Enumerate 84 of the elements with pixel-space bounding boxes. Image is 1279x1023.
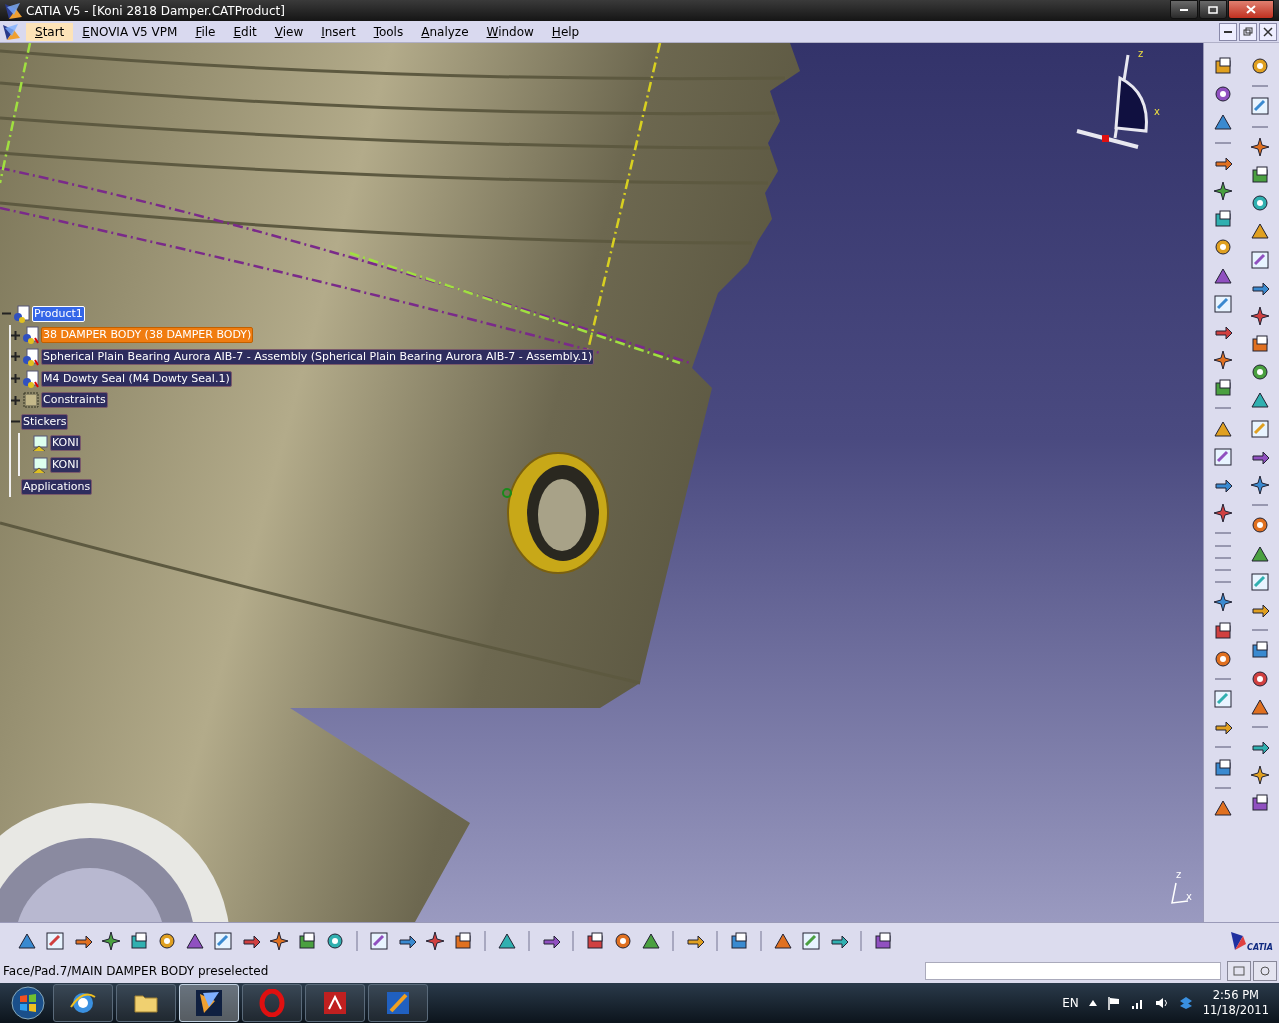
tool-icon[interactable]: [1249, 474, 1272, 496]
doc-minimize-button[interactable]: [1219, 22, 1237, 41]
tool-icon[interactable]: [872, 929, 894, 952]
menu-item[interactable]: Tools: [364, 22, 413, 41]
menu-item[interactable]: File: [186, 22, 225, 41]
tool-icon[interactable]: [1211, 349, 1234, 372]
product-icon: [22, 369, 40, 388]
menu-item[interactable]: Analyze: [412, 22, 478, 41]
axis-label: z: [1176, 869, 1182, 880]
product-icon: [22, 326, 40, 345]
menu-item[interactable]: Help: [542, 22, 589, 41]
ring-icon: [258, 989, 286, 1017]
brand-logo-text: CATIA: [1247, 942, 1273, 952]
tool-icon[interactable]: [452, 929, 474, 952]
expand-icon[interactable]: [11, 374, 20, 384]
taskbar-button[interactable]: [368, 984, 428, 1022]
sticker-icon: [31, 434, 49, 453]
window-icon: [1233, 965, 1245, 976]
axis-label: x: [1154, 106, 1160, 117]
expand-icon[interactable]: [11, 330, 20, 340]
axis-label: z: [1138, 48, 1144, 59]
menu-item[interactable]: Window: [477, 22, 543, 41]
restore-button[interactable]: [1199, 0, 1227, 19]
sticker-icon: [31, 455, 49, 474]
ds-logo-icon: [1229, 929, 1248, 952]
doc-restore-button[interactable]: [1239, 22, 1257, 41]
restore-icon: [1243, 26, 1253, 37]
box-icon[interactable]: [1178, 996, 1193, 1010]
tree-node-label[interactable]: Constraints: [41, 392, 108, 409]
command-input-field[interactable]: [925, 961, 1221, 980]
tool-icon[interactable]: [1211, 502, 1234, 525]
speaker-icon[interactable]: [1154, 997, 1169, 1009]
taskbar-button[interactable]: [53, 984, 113, 1022]
taskbar-button[interactable]: [116, 984, 176, 1022]
minimize-button[interactable]: [1170, 0, 1198, 19]
tool-icon[interactable]: [424, 929, 446, 952]
clock-date: 11/18/2011: [1202, 1003, 1269, 1018]
expand-icon[interactable]: [11, 352, 20, 362]
menu-item[interactable]: View: [265, 22, 313, 41]
up-arrow-icon[interactable]: [1088, 1000, 1097, 1006]
document-icon: [321, 989, 349, 1017]
tool-icon[interactable]: [1249, 764, 1272, 787]
tool-icon[interactable]: [128, 929, 150, 952]
close-icon: [1246, 5, 1256, 14]
taskbar-button[interactable]: [305, 984, 365, 1022]
menu-item[interactable]: ENOVIA V5 VPM: [73, 22, 187, 41]
panel-button[interactable]: [1227, 960, 1251, 981]
app-logo-icon: [195, 989, 223, 1017]
flag-icon[interactable]: [1106, 996, 1121, 1010]
tool-icon[interactable]: [100, 929, 122, 952]
product-icon: [13, 304, 31, 323]
minimize-icon: [1224, 30, 1232, 33]
tool-icon[interactable]: [1249, 135, 1272, 158]
restore-icon: [1208, 5, 1218, 14]
close-button[interactable]: [1228, 0, 1274, 19]
tool-icon[interactable]: [268, 929, 290, 952]
circle-icon: [1259, 965, 1271, 976]
expand-icon[interactable]: [11, 395, 20, 405]
pen-icon: [384, 989, 412, 1017]
signal-icon[interactable]: [1130, 997, 1145, 1009]
close-icon: [1263, 26, 1273, 37]
app-logo-icon: [0, 22, 20, 41]
status-text: Face/Pad.7/MAIN DAMPER BODY preselected: [3, 963, 270, 978]
minimize-icon: [1180, 8, 1188, 11]
menu-item[interactable]: Insert: [312, 22, 365, 41]
panel-button[interactable]: [1253, 960, 1277, 981]
app-logo-icon: [2, 1, 22, 20]
menu-item[interactable]: Start: [26, 22, 74, 41]
window-title: CATIA V5 - [Koni 2818 Damper.CATProduct]: [25, 3, 286, 18]
tool-icon[interactable]: [1249, 304, 1272, 327]
tool-icon[interactable]: [1211, 179, 1234, 202]
point-marker-icon: [502, 488, 512, 498]
tool-icon[interactable]: [584, 929, 606, 952]
tool-icon[interactable]: [728, 929, 750, 952]
clock-time: 2:56 PM: [1212, 988, 1259, 1003]
doc-close-button[interactable]: [1259, 22, 1277, 41]
tool-icon[interactable]: [296, 929, 318, 952]
menu-item[interactable]: Edit: [224, 22, 266, 41]
tree-node-label[interactable]: KONI: [50, 435, 81, 452]
tool-icon[interactable]: [1211, 591, 1234, 614]
language-indicator[interactable]: EN: [1062, 996, 1079, 1010]
product-icon: [22, 348, 40, 366]
axis-label: x: [1186, 891, 1192, 902]
constraints-icon: [22, 391, 40, 410]
